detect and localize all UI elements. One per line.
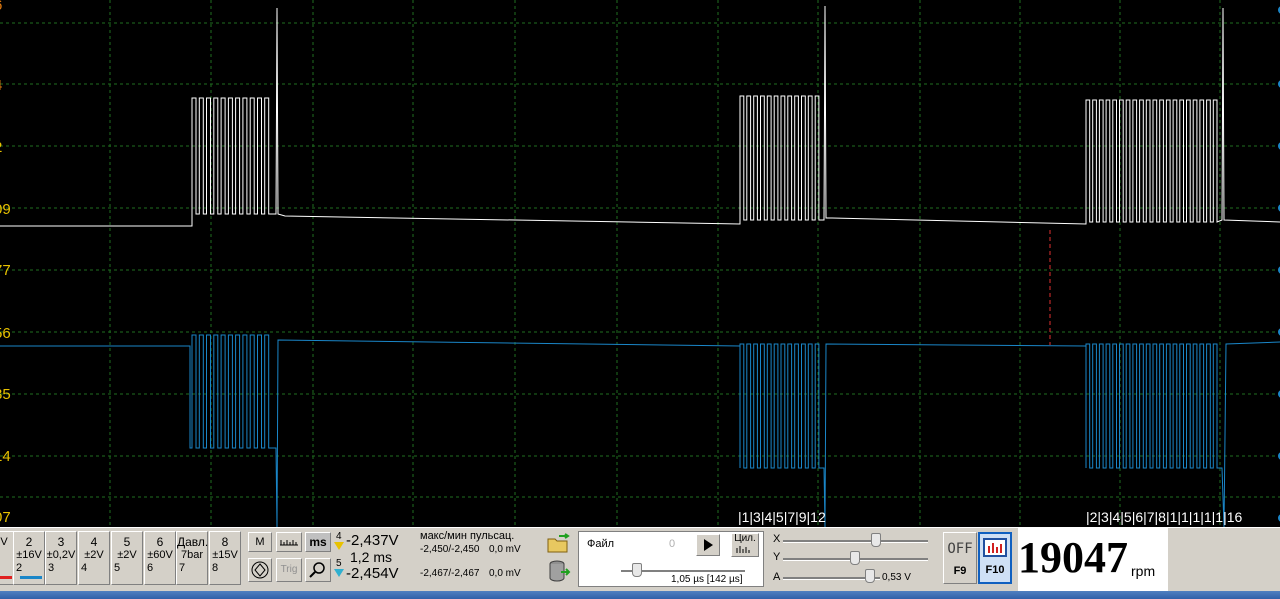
measure-header: макс/мин пульсац.	[420, 530, 515, 542]
rpm-panel: 19047 rpm	[1018, 528, 1168, 592]
mode-m-label: M	[255, 536, 265, 548]
magnifier-icon	[309, 562, 325, 578]
cycle-button[interactable]: Цил.	[731, 533, 759, 557]
a-slider-value: 0,53 V	[882, 572, 911, 583]
row1-minmax: -2,450/-2,450	[420, 544, 480, 555]
rpm-value: 19047	[1018, 533, 1128, 582]
database-icon	[549, 560, 571, 582]
mode-m-button[interactable]: M	[248, 532, 272, 552]
y-slider-label: Y	[773, 551, 781, 563]
channel-button[interactable]: 6 ±60V 6	[144, 531, 176, 585]
y-label: 2	[0, 140, 2, 155]
grid-view-button[interactable]	[276, 532, 302, 552]
channel-number: 5	[123, 535, 131, 549]
trace-channel-1	[0, 5, 1280, 227]
channel-index: 3	[48, 562, 55, 574]
play-icon	[704, 539, 713, 551]
oscilloscope-display[interactable]: 6 4 2 09 77 56 35 14 07 |1|3|4|5|7|9|12 |2|3|4|5…	[0, 0, 1280, 527]
channel-range: ±2V	[84, 549, 104, 561]
channel-range: ±2V	[117, 549, 137, 561]
cursor1-value: -2,437V	[346, 532, 399, 549]
channel-number: 6	[156, 535, 164, 549]
bar-chart-icon	[736, 546, 750, 553]
channel-index: 6	[147, 562, 154, 574]
channel-button[interactable]: 4 ±2V 4	[78, 531, 110, 585]
ms-button[interactable]: ms	[305, 532, 331, 552]
y-label: 35	[0, 386, 11, 403]
monitor-chart-icon	[983, 538, 1007, 557]
marker-group-1: |1|3|4|5|7|9|12	[738, 509, 826, 525]
cycle-label: Цил.	[734, 533, 756, 544]
zoom-button[interactable]	[305, 558, 331, 582]
y-label: 4	[0, 78, 2, 93]
channel-color-bar	[20, 576, 42, 579]
trigger-button[interactable]: Trig	[276, 558, 302, 582]
scope-canvas[interactable]	[0, 0, 1280, 527]
a-slider-thumb[interactable]	[865, 569, 875, 583]
row2-ripple: 0,0 mV	[489, 568, 521, 579]
rpm-unit: rpm	[1131, 563, 1156, 579]
marker-group-2: |2|3|4|5|6|7|8|1|1|1|1|1|16	[1086, 509, 1243, 525]
y-label: 56	[0, 325, 11, 342]
file-label: Файл	[587, 538, 615, 550]
ruler-icon	[280, 540, 298, 546]
trigger-label: Trig	[280, 564, 298, 575]
channel-number: 3	[57, 535, 65, 549]
rotate-button[interactable]	[248, 558, 272, 582]
timebase-value: 1,05 µs [142 µs]	[671, 574, 743, 585]
ms-label: ms	[309, 535, 327, 549]
cursor2-value: -2,454V	[346, 565, 399, 582]
channel-range: ±60V	[147, 549, 173, 561]
channel-index: 4	[81, 562, 88, 574]
channel-number: 2	[25, 535, 33, 549]
y-slider-thumb[interactable]	[850, 551, 860, 565]
row1-ripple: 0,0 mV	[489, 544, 521, 555]
diamond-icon	[251, 561, 269, 579]
channel-button[interactable]: 3 ±0,2V 3	[45, 531, 77, 585]
x-slider-track[interactable]	[783, 540, 928, 543]
channel-range: ±0,2V	[46, 549, 76, 561]
channel-button[interactable]: 5 ±2V 5	[111, 531, 143, 585]
y-label: 77	[0, 262, 11, 279]
channel-range: ±15V	[212, 549, 238, 561]
y-label: 14	[0, 448, 11, 465]
f9-button[interactable]: OFF F9	[943, 532, 977, 584]
cursor2-triangle-icon	[334, 569, 344, 577]
f10-label: F10	[985, 564, 1005, 576]
a-slider-label: A	[773, 571, 781, 583]
y-label: 07	[0, 509, 11, 526]
cursor1-triangle-icon	[334, 542, 344, 550]
x-slider-thumb[interactable]	[871, 533, 881, 547]
channel-color-bar	[0, 576, 12, 579]
trace-channel-2	[0, 334, 1280, 527]
timebase-slider-thumb[interactable]	[632, 563, 642, 577]
channel-number: 4	[90, 535, 98, 549]
y-label: 09	[0, 201, 11, 218]
save-file-button[interactable]	[545, 558, 573, 584]
delta-time: 1,2 ms	[350, 549, 393, 565]
channel-range: ±16V	[16, 549, 42, 561]
x-slider-label: X	[773, 533, 781, 545]
row2-minmax: -2,467/-2,467	[420, 568, 480, 579]
channel-number: 8	[221, 535, 229, 549]
f9-label: F9	[953, 565, 967, 577]
y-label: 6	[0, 0, 2, 13]
channel-index: 7	[179, 562, 186, 574]
channel-index: 2	[16, 562, 23, 574]
channel-button[interactable]: Давл. 7bar 7	[176, 531, 208, 585]
channel-number: Давл.	[177, 535, 209, 549]
open-file-button[interactable]	[545, 532, 573, 556]
play-button[interactable]	[696, 534, 720, 556]
folder-open-icon	[547, 533, 570, 553]
channel-range: 7bar	[180, 549, 204, 561]
bottom-toolbar: V 2 ±16V 2 3 ±0,2V 3 4 ±2V 4 5 ±2V 5 6 ±60V 6 Давл. 7bar 7…	[0, 527, 1280, 599]
file-panel: Файл 0 Цил. 1,05 µs [142 µs]	[578, 531, 764, 587]
f9-state: OFF	[947, 541, 973, 557]
f10-button[interactable]: F10	[978, 532, 1012, 584]
channel-index: 8	[212, 562, 219, 574]
channel-index: 5	[114, 562, 121, 574]
channel-button[interactable]: 8 ±15V 8	[209, 531, 241, 585]
file-counter: 0	[669, 538, 676, 550]
